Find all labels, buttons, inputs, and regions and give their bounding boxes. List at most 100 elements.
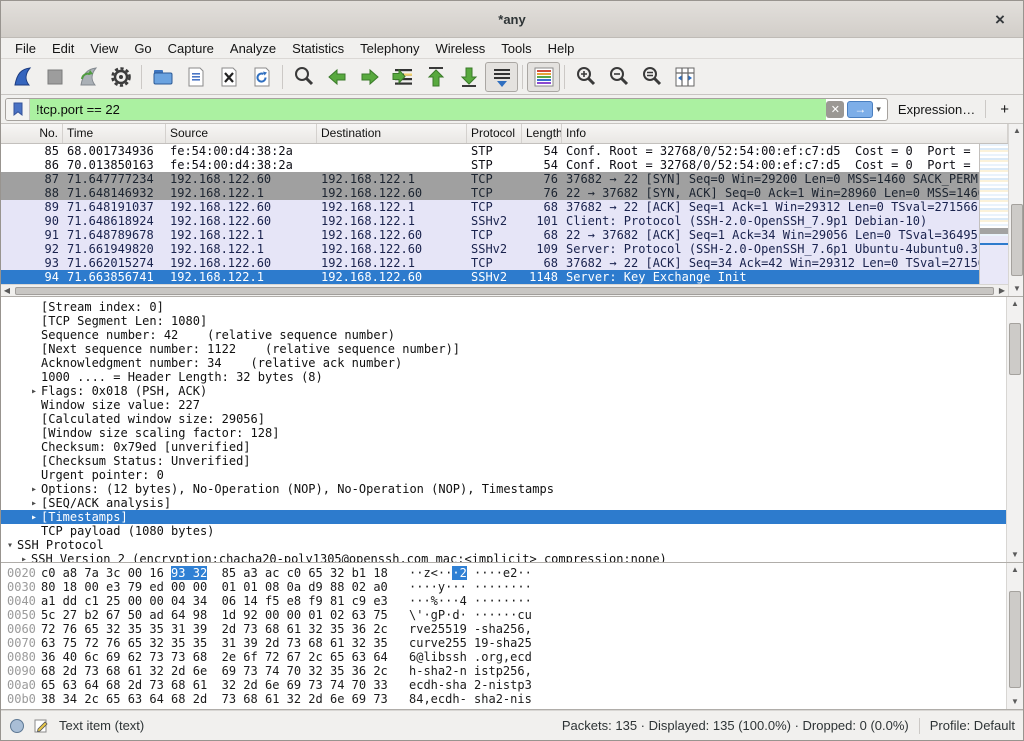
- detail-line[interactable]: ▸Options: (12 bytes), No-Operation (NOP)…: [1, 482, 1006, 496]
- hex-row[interactable]: 00b038 34 2c 65 63 64 68 2d 73 68 61 32 …: [1, 692, 1006, 706]
- menu-capture[interactable]: Capture: [160, 40, 222, 57]
- menu-wireless[interactable]: Wireless: [427, 40, 493, 57]
- capture-comment-icon[interactable]: [33, 718, 49, 734]
- hex-bytes[interactable]: 36 40 6c 69 62 73 73 68 2e 6f 72 67 2c 6…: [41, 650, 409, 664]
- capture-options-button[interactable]: [104, 62, 137, 92]
- hex-vscrollbar[interactable]: ▲ ▼: [1006, 563, 1023, 709]
- packet-list-vscrollbar[interactable]: ▲ ▼: [1008, 124, 1024, 296]
- detail-line[interactable]: 1000 .... = Header Length: 32 bytes (8): [1, 370, 1006, 384]
- hex-bytes[interactable]: 38 34 2c 65 63 64 68 2d 73 68 61 32 2d 6…: [41, 692, 409, 706]
- menu-analyze[interactable]: Analyze: [222, 40, 284, 57]
- auto-scroll-button[interactable]: [485, 62, 518, 92]
- hex-row[interactable]: 007063 75 72 76 65 32 35 35 31 39 2d 73 …: [1, 636, 1006, 650]
- scroll-left-icon[interactable]: ◀: [1, 285, 13, 297]
- hex-bytes[interactable]: a1 dd c1 25 00 00 04 34 06 14 f5 e8 f9 8…: [41, 594, 409, 608]
- column-header-no[interactable]: No.: [1, 124, 63, 143]
- hex-row[interactable]: 006072 76 65 32 35 35 31 39 2d 73 68 61 …: [1, 622, 1006, 636]
- save-file-button[interactable]: [179, 62, 212, 92]
- hex-bytes[interactable]: 72 76 65 32 35 35 31 39 2d 73 68 61 32 3…: [41, 622, 409, 636]
- title-bar[interactable]: *any ×: [1, 1, 1023, 38]
- go-last-packet-button[interactable]: [452, 62, 485, 92]
- packet-list-hscrollbar[interactable]: ◀ ▶: [1, 284, 1008, 296]
- hex-ascii[interactable]: curve255 19-sha25: [409, 636, 532, 650]
- expand-arrow-icon[interactable]: ▸: [17, 554, 31, 563]
- hex-row[interactable]: 00505c 27 b2 67 50 ad 64 98 1d 92 00 00 …: [1, 608, 1006, 622]
- hex-row[interactable]: 008036 40 6c 69 62 73 73 68 2e 6f 72 67 …: [1, 650, 1006, 664]
- detail-line[interactable]: ▸[Timestamps]: [1, 510, 1006, 524]
- menu-telephony[interactable]: Telephony: [352, 40, 427, 57]
- go-first-packet-button[interactable]: [419, 62, 452, 92]
- add-filter-button[interactable]: +: [992, 101, 1017, 118]
- close-file-button[interactable]: [212, 62, 245, 92]
- hex-row[interactable]: 0020c0 a8 7a 3c 00 16 93 32 85 a3 ac c0 …: [1, 566, 1006, 580]
- packet-row[interactable]: 9271.661949820192.168.122.1192.168.122.6…: [1, 242, 979, 256]
- scroll-up-icon[interactable]: ▲: [1009, 124, 1024, 138]
- menu-help[interactable]: Help: [540, 40, 583, 57]
- hex-ascii[interactable]: ecdh-sha 2-nistp3: [409, 678, 532, 692]
- scroll-up-icon[interactable]: ▲: [1007, 563, 1023, 577]
- scroll-down-icon[interactable]: ▼: [1007, 695, 1023, 709]
- find-packet-button[interactable]: [287, 62, 320, 92]
- packet-row[interactable]: 9371.662015274192.168.122.60192.168.122.…: [1, 256, 979, 270]
- vscroll-thumb[interactable]: [1011, 204, 1023, 276]
- hex-row[interactable]: 003080 18 00 e3 79 ed 00 00 01 01 08 0a …: [1, 580, 1006, 594]
- display-filter-input[interactable]: [30, 99, 826, 120]
- vscroll-track[interactable]: [1007, 577, 1023, 695]
- expand-arrow-icon[interactable]: ▸: [27, 484, 41, 495]
- hex-bytes[interactable]: 5c 27 b2 67 50 ad 64 98 1d 92 00 00 01 0…: [41, 608, 409, 622]
- menu-edit[interactable]: Edit: [44, 40, 82, 57]
- reload-file-button[interactable]: [245, 62, 278, 92]
- filter-apply-icon[interactable]: →: [847, 101, 873, 118]
- detail-line[interactable]: [Checksum Status: Unverified]: [1, 454, 1006, 468]
- column-header-info[interactable]: Info: [562, 124, 1008, 143]
- filter-bookmark-button[interactable]: [6, 99, 30, 120]
- detail-line[interactable]: ▸SSH Version 2 (encryption:chacha20-poly…: [1, 552, 1006, 562]
- scroll-down-icon[interactable]: ▼: [1009, 282, 1024, 296]
- column-header-length[interactable]: Length: [522, 124, 562, 143]
- hex-bytes[interactable]: 65 63 64 68 2d 73 68 61 32 2d 6e 69 73 7…: [41, 678, 409, 692]
- packet-row[interactable]: 8871.648146932192.168.122.1192.168.122.6…: [1, 186, 979, 200]
- zoom-reset-button[interactable]: [635, 62, 668, 92]
- start-capture-button[interactable]: [5, 62, 38, 92]
- menu-view[interactable]: View: [82, 40, 126, 57]
- hex-ascii[interactable]: rve25519 -sha256,: [409, 622, 532, 636]
- expand-arrow-icon[interactable]: ▸: [27, 512, 41, 523]
- details-vscrollbar[interactable]: ▲ ▼: [1006, 297, 1023, 562]
- detail-line[interactable]: ▾SSH Protocol: [1, 538, 1006, 552]
- hex-bytes[interactable]: 63 75 72 76 65 32 35 35 31 39 2d 73 68 6…: [41, 636, 409, 650]
- packet-row[interactable]: 8670.013850163fe:54:00:d4:38:2aSTP54Conf…: [1, 158, 979, 172]
- filter-dropdown-icon[interactable]: ▾: [876, 104, 881, 115]
- close-icon[interactable]: ×: [989, 9, 1011, 31]
- packet-row[interactable]: 9171.648789678192.168.122.1192.168.122.6…: [1, 228, 979, 242]
- detail-line[interactable]: [Next sequence number: 1122 (relative se…: [1, 342, 1006, 356]
- detail-line[interactable]: [TCP Segment Len: 1080]: [1, 314, 1006, 328]
- resize-columns-button[interactable]: [668, 62, 701, 92]
- stop-capture-button[interactable]: [38, 62, 71, 92]
- menu-file[interactable]: File: [7, 40, 44, 57]
- packet-row[interactable]: 8568.001734936fe:54:00:d4:38:2aSTP54Conf…: [1, 144, 979, 158]
- detail-line[interactable]: [Calculated window size: 29056]: [1, 412, 1006, 426]
- scroll-right-icon[interactable]: ▶: [996, 285, 1008, 297]
- scroll-up-icon[interactable]: ▲: [1007, 297, 1023, 311]
- hex-ascii[interactable]: ····y··· ········: [409, 580, 532, 594]
- expand-arrow-icon[interactable]: ▸: [27, 386, 41, 397]
- hex-bytes[interactable]: 68 2d 73 68 61 32 2d 6e 69 73 74 70 32 3…: [41, 664, 409, 678]
- packet-row[interactable]: 8771.647777234192.168.122.60192.168.122.…: [1, 172, 979, 186]
- zoom-out-button[interactable]: [602, 62, 635, 92]
- hex-ascii[interactable]: 6@libssh .org,ecd: [409, 650, 532, 664]
- hex-row[interactable]: 009068 2d 73 68 61 32 2d 6e 69 73 74 70 …: [1, 664, 1006, 678]
- detail-line[interactable]: TCP payload (1080 bytes): [1, 524, 1006, 538]
- vscroll-track[interactable]: [1007, 311, 1023, 548]
- detail-line[interactable]: Sequence number: 42 (relative sequence n…: [1, 328, 1006, 342]
- go-back-button[interactable]: [320, 62, 353, 92]
- open-file-button[interactable]: [146, 62, 179, 92]
- hex-ascii[interactable]: 84,ecdh- sha2-nis: [409, 692, 532, 706]
- detail-line[interactable]: Checksum: 0x79ed [unverified]: [1, 440, 1006, 454]
- expand-arrow-icon[interactable]: ▾: [3, 540, 17, 551]
- hex-bytes[interactable]: c0 a8 7a 3c 00 16 93 32 85 a3 ac c0 65 3…: [41, 566, 409, 580]
- column-header-source[interactable]: Source: [166, 124, 317, 143]
- hex-row[interactable]: 0040a1 dd c1 25 00 00 04 34 06 14 f5 e8 …: [1, 594, 1006, 608]
- detail-line[interactable]: [Stream index: 0]: [1, 300, 1006, 314]
- go-forward-button[interactable]: [353, 62, 386, 92]
- menu-go[interactable]: Go: [126, 40, 159, 57]
